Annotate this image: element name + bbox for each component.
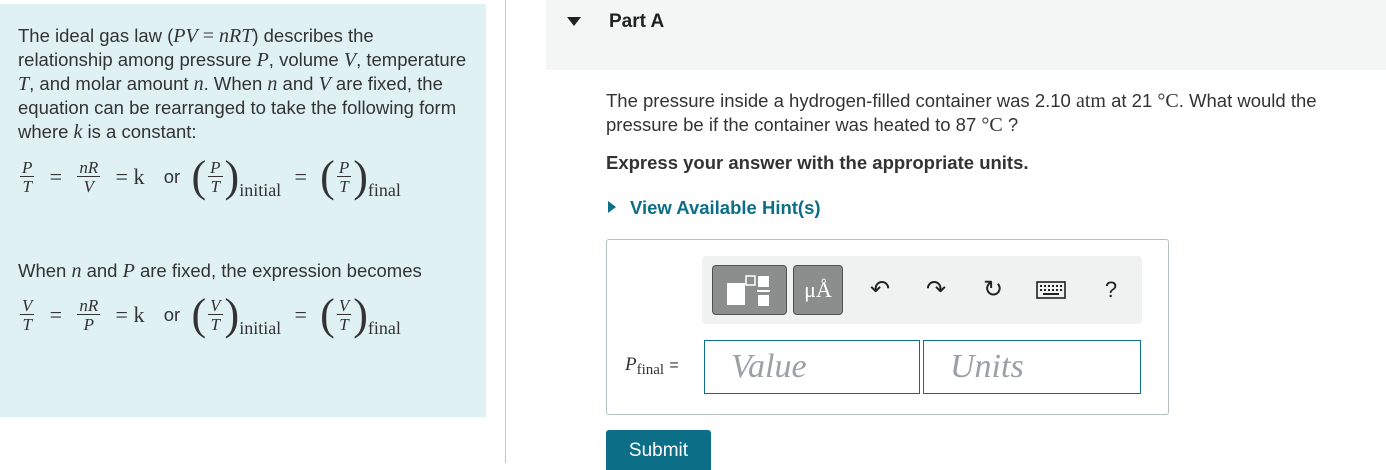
fraction-denominator: V <box>83 177 95 196</box>
subscript-final: final <box>367 180 401 201</box>
text-run: , volume <box>268 49 344 70</box>
reset-icon[interactable]: ↻ <box>977 274 1009 306</box>
math-unit: atm <box>1075 90 1106 112</box>
open-paren: ( <box>320 152 335 201</box>
templates-button[interactable] <box>712 265 787 315</box>
answer-label: Pfinal = <box>625 354 679 379</box>
subscript-initial: initial <box>239 318 282 339</box>
close-paren: ) <box>224 152 240 201</box>
text-run: . When <box>203 73 268 94</box>
math-variable: P <box>122 260 135 282</box>
close-paren: ) <box>353 290 368 339</box>
equals-k: = k <box>115 164 145 189</box>
math-variable: nRT <box>219 25 253 47</box>
math-unit: °C <box>981 114 1003 136</box>
fraction-numerator: V <box>336 296 352 315</box>
fraction-initial: PT <box>208 158 223 196</box>
fraction-v-over-t: VT <box>20 296 35 334</box>
text-run: The pressure inside a hydrogen-filled co… <box>606 90 1076 111</box>
open-paren: ( <box>320 290 335 339</box>
fraction-numerator: V <box>208 296 223 315</box>
open-paren: ( <box>191 290 207 339</box>
equation-constant-volume: PT = nR V = k or (P T)initial = (P T)final <box>18 155 401 201</box>
math-variable: V <box>343 49 357 71</box>
text-run: at 21 <box>1105 90 1158 111</box>
math-unit: °C <box>1157 90 1179 112</box>
fraction-denominator: T <box>339 177 349 196</box>
fraction-nr-over-p: nR P <box>77 296 101 334</box>
fraction-numerator: P <box>336 158 352 177</box>
equals-sign: = <box>294 164 307 189</box>
submit-button[interactable]: Submit <box>606 430 711 470</box>
fraction-denominator: P <box>83 315 95 334</box>
keyboard-svg <box>1036 281 1066 299</box>
equation-constant-pressure: VT = nR P = k or (V T)initial = (V T)final <box>18 293 401 339</box>
undo-icon[interactable]: ↶ <box>864 274 896 306</box>
fraction-numerator: nR <box>77 296 101 315</box>
or-word: or <box>163 304 181 325</box>
templates-icon <box>727 275 770 306</box>
fraction-p-over-t: PT <box>20 158 35 196</box>
text-run: ? <box>1002 114 1019 135</box>
text-run: and <box>277 73 319 94</box>
subscript-initial: initial <box>239 180 282 201</box>
subscript-final: final <box>367 318 401 339</box>
text-run: The ideal gas law ( <box>18 25 174 46</box>
fraction-initial: VT <box>208 296 223 334</box>
equals-sign: = <box>294 302 307 327</box>
fraction-numerator: V <box>20 296 35 315</box>
fraction-numerator: P <box>208 158 223 177</box>
redo-icon[interactable]: ↷ <box>920 274 952 306</box>
math-variable: n <box>71 260 82 282</box>
text-run: When <box>18 260 72 281</box>
equals-sign: = <box>49 164 63 189</box>
math-unit: = <box>197 25 219 47</box>
math-variable: n <box>267 73 278 95</box>
answer-equals: = <box>669 357 679 374</box>
math-variable: n <box>193 73 204 95</box>
fraction-denominator: T <box>210 315 221 334</box>
units-button[interactable]: μÅ <box>793 265 843 315</box>
instruction-text: Express your answer with the appropriate… <box>606 152 1029 173</box>
or-word: or <box>163 166 181 187</box>
fraction-denominator: T <box>22 177 32 196</box>
fraction-nr-over-v: nR V <box>77 158 101 196</box>
math-variable: T <box>18 73 30 95</box>
fraction-numerator: nR <box>77 158 101 177</box>
question-text: The pressure inside a hydrogen-filled co… <box>606 89 1376 137</box>
close-paren: ) <box>224 290 240 339</box>
math-variable: V <box>318 73 331 95</box>
fraction-final: PT <box>336 158 352 196</box>
text-run: and <box>81 260 123 281</box>
caret-down-icon[interactable] <box>567 17 581 26</box>
units-input[interactable] <box>923 340 1141 394</box>
answer-subscript: final <box>636 362 665 378</box>
fraction-denominator: T <box>22 315 32 334</box>
part-title[interactable]: Part A <box>609 11 664 33</box>
caret-right-icon[interactable] <box>608 201 616 213</box>
part-header[interactable] <box>546 0 1386 70</box>
text-run: , temperature <box>356 49 467 70</box>
fraction-numerator: P <box>20 158 35 177</box>
panel-divider <box>505 0 506 463</box>
answer-variable: P <box>625 354 637 375</box>
math-variable: P <box>256 49 269 71</box>
mid-text: When n and P are fixed, the expression b… <box>18 260 422 283</box>
fraction-final: VT <box>336 296 352 334</box>
intro-text: The ideal gas law (PV = nRT) describes t… <box>18 24 473 144</box>
view-hints-link[interactable]: View Available Hint(s) <box>630 197 821 219</box>
help-icon[interactable]: ? <box>1095 274 1127 306</box>
value-input[interactable] <box>704 340 920 394</box>
keyboard-icon[interactable] <box>1035 274 1067 306</box>
equals-sign: = <box>49 302 63 327</box>
open-paren: ( <box>191 152 207 201</box>
fraction-denominator: T <box>339 315 349 334</box>
math-variable: PV <box>173 25 198 47</box>
close-paren: ) <box>353 152 368 201</box>
text-run: , and molar amount <box>29 73 194 94</box>
fraction-denominator: T <box>210 177 221 196</box>
equals-k: = k <box>115 302 145 327</box>
text-run: are fixed, the expression becomes <box>134 260 422 281</box>
text-run: is a constant: <box>82 121 197 142</box>
